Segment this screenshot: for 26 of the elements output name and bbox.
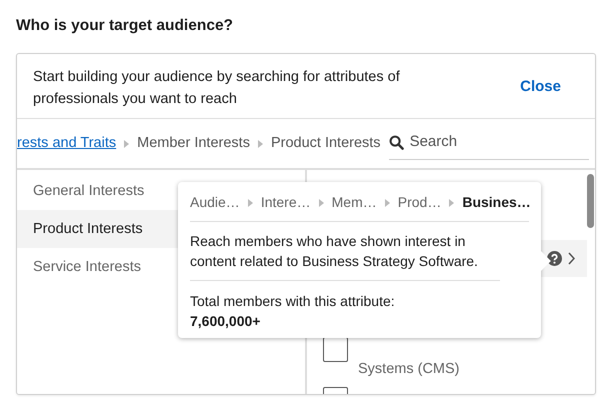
search-icon — [388, 134, 404, 150]
intro-text: Start building your audience by searching for attributes of professionals you want to reach — [33, 68, 401, 108]
help-icon[interactable] — [547, 251, 562, 266]
option-label: Systems (CMS) — [358, 360, 460, 379]
caret-icon — [124, 140, 130, 148]
caret-icon — [318, 198, 324, 206]
total-members-value: 7,600,000+ — [190, 312, 262, 331]
tooltip-path-item: Prod… — [398, 193, 442, 212]
section-heading: Who is your target audience? — [16, 16, 234, 36]
chevron-right-icon[interactable] — [568, 252, 575, 265]
tooltip-path-item: Audie… — [190, 193, 240, 212]
breadcrumb-item[interactable]: Product Interests — [270, 132, 381, 154]
tooltip-path-item: Intere… — [260, 193, 311, 212]
total-members-label: Total members with this attribute: — [190, 292, 396, 311]
tooltip-path-item: Busines… — [462, 193, 531, 212]
checkbox[interactable] — [323, 337, 348, 362]
caret-icon — [449, 198, 454, 206]
caret-icon — [384, 198, 390, 206]
caret-icon — [248, 198, 253, 206]
tooltip-path-item: Mem… — [332, 193, 377, 212]
caret-icon — [258, 140, 263, 148]
close-link[interactable]: Close — [520, 76, 561, 99]
breadcrumb-link[interactable]: rests and Traits — [17, 132, 116, 154]
tooltip-description: Reach members who have shown interest in content related to Business Strategy Software. — [190, 222, 500, 281]
breadcrumb-item[interactable]: Member Interests — [137, 132, 250, 154]
scrollbar-thumb[interactable] — [587, 174, 594, 228]
